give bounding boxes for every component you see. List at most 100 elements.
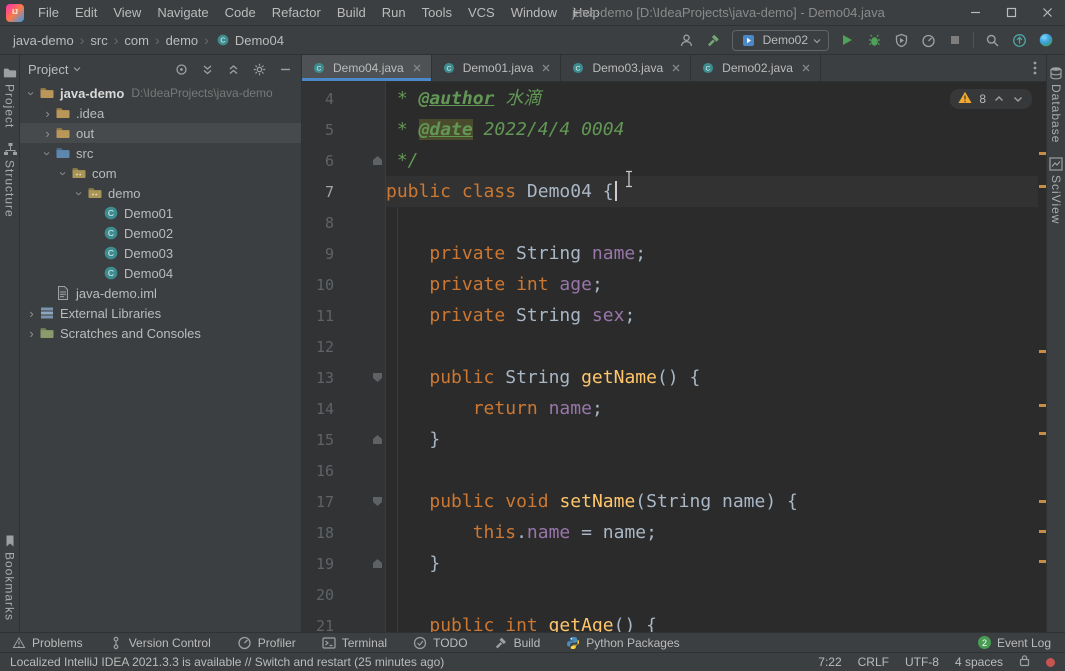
editor-tab-demo03-java[interactable]: C Demo03.java	[561, 55, 692, 81]
status-widget-utf-8[interactable]: UTF-8	[905, 655, 939, 669]
profiler-icon[interactable]	[919, 31, 937, 49]
expand-arrow-icon[interactable]: ›	[40, 107, 55, 120]
next-problem-icon[interactable]	[1012, 93, 1024, 105]
user-icon[interactable]	[678, 31, 696, 49]
gutter-line-9[interactable]: 9	[302, 238, 386, 269]
project-panel-title[interactable]: Project	[28, 62, 68, 77]
gutter-line-21[interactable]: 21	[302, 610, 386, 633]
debug-icon[interactable]	[865, 31, 883, 49]
code-line-19[interactable]: 19 }	[302, 548, 1038, 579]
warning-stripe-mark[interactable]	[1039, 500, 1046, 503]
code-text[interactable]: }	[386, 424, 1038, 455]
warning-stripe-mark[interactable]	[1039, 432, 1046, 435]
tree-item-java-demo-iml[interactable]: java-demo.iml	[20, 283, 301, 303]
gutter-line-16[interactable]: 16	[302, 455, 386, 486]
warning-stripe-mark[interactable]	[1039, 404, 1046, 407]
breadcrumb-item-java-demo[interactable]: java-demo	[10, 32, 77, 49]
gutter-line-18[interactable]: 18	[302, 517, 386, 548]
maximize-button[interactable]	[993, 0, 1029, 25]
toolwindow-button-problems[interactable]: Problems	[12, 636, 83, 650]
code-line-15[interactable]: 15 }	[302, 424, 1038, 455]
menu-item-file[interactable]: File	[30, 0, 67, 25]
menu-item-tools[interactable]: Tools	[414, 0, 460, 25]
code-line-14[interactable]: 14 return name;	[302, 393, 1038, 424]
close-tab-icon[interactable]	[541, 63, 551, 73]
gutter-line-5[interactable]: 5	[302, 114, 386, 145]
expand-arrow-icon[interactable]: ›	[56, 166, 71, 181]
toolwindow-button-structure[interactable]: Structure	[3, 135, 17, 225]
menu-item-vcs[interactable]: VCS	[460, 0, 503, 25]
status-widget-crlf[interactable]: CRLF	[858, 655, 889, 669]
tree-item-com[interactable]: › com	[20, 163, 301, 183]
fold-marker-icon[interactable]	[369, 497, 386, 506]
tree-item-out[interactable]: › out	[20, 123, 301, 143]
code-line-6[interactable]: 6 */	[302, 145, 1038, 176]
event-log-button[interactable]: 2 Event Log	[977, 636, 1051, 650]
gutter-line-20[interactable]: 20	[302, 579, 386, 610]
toolwindow-button-todo[interactable]: TODO	[413, 636, 468, 650]
code-line-4[interactable]: 4 * @author 水滴	[302, 83, 1038, 114]
menu-item-view[interactable]: View	[105, 0, 149, 25]
warning-stripe-mark[interactable]	[1039, 185, 1046, 188]
run-icon[interactable]	[838, 31, 856, 49]
lock-icon[interactable]	[1019, 654, 1030, 670]
code-line-16[interactable]: 16	[302, 455, 1038, 486]
tree-item-src[interactable]: › src	[20, 143, 301, 163]
status-message[interactable]: Localized IntelliJ IDEA 2021.3.3 is avai…	[10, 655, 444, 669]
code-text[interactable]	[386, 207, 1038, 238]
code-text[interactable]: * @author 水滴	[386, 83, 1038, 114]
breadcrumb-item-src[interactable]: src	[87, 32, 110, 49]
collapse-all-icon[interactable]	[226, 62, 241, 77]
code-text[interactable]: private String name;	[386, 238, 1038, 269]
editor-tab-demo02-java[interactable]: C Demo02.java	[691, 55, 821, 81]
run-configuration-select[interactable]: Demo02	[731, 29, 829, 51]
gutter-line-13[interactable]: 13	[302, 362, 386, 393]
code-line-17[interactable]: 17 public void setName(String name) {	[302, 486, 1038, 517]
tree-item-demo04[interactable]: C Demo04	[20, 263, 301, 283]
warning-stripe-mark[interactable]	[1039, 560, 1046, 563]
tree-item-scratches-and-consoles[interactable]: › Scratches and Consoles	[20, 323, 301, 343]
expand-arrow-icon[interactable]: ›	[72, 186, 87, 201]
gutter-line-19[interactable]: 19	[302, 548, 386, 579]
fold-marker-icon[interactable]	[369, 435, 386, 444]
code-line-12[interactable]: 12	[302, 331, 1038, 362]
code-line-18[interactable]: 18 this.name = name;	[302, 517, 1038, 548]
menu-item-code[interactable]: Code	[217, 0, 264, 25]
code-line-7[interactable]: 7 public class Demo04 {	[302, 176, 1038, 207]
menu-item-refactor[interactable]: Refactor	[264, 0, 329, 25]
close-tab-icon[interactable]	[801, 63, 811, 73]
code-text[interactable]: return name;	[386, 393, 1038, 424]
code-editor[interactable]: 4 * @author 水滴 5 * @date 2022/4/4 0004 6 *…	[302, 82, 1046, 632]
code-text[interactable]: this.name = name;	[386, 517, 1038, 548]
code-text[interactable]: public void setName(String name) {	[386, 486, 1038, 517]
menu-item-build[interactable]: Build	[329, 0, 374, 25]
tree-item-demo01[interactable]: C Demo01	[20, 203, 301, 223]
expand-arrow-icon[interactable]: ›	[40, 127, 55, 140]
fatal-error-indicator-icon[interactable]	[1046, 657, 1055, 667]
expand-arrow-icon[interactable]: ›	[24, 307, 39, 320]
gutter-line-12[interactable]: 12	[302, 331, 386, 362]
code-text[interactable]: private String sex;	[386, 300, 1038, 331]
coverage-icon[interactable]	[892, 31, 910, 49]
gutter-line-15[interactable]: 15	[302, 424, 386, 455]
stop-icon[interactable]	[946, 31, 964, 49]
expand-arrow-icon[interactable]: ›	[24, 327, 39, 340]
settings-icon[interactable]	[252, 62, 267, 77]
toolwindow-button-bookmarks[interactable]: Bookmarks	[3, 527, 17, 628]
code-text[interactable]: private int age;	[386, 269, 1038, 300]
tree-item-java-demo[interactable]: › java-demo D:\IdeaProjects\java-demo	[20, 83, 301, 103]
toolwindow-button-terminal[interactable]: Terminal	[322, 636, 387, 650]
tree-item-external-libraries[interactable]: › External Libraries	[20, 303, 301, 323]
code-line-10[interactable]: 10 private int age;	[302, 269, 1038, 300]
close-tab-icon[interactable]	[671, 63, 681, 73]
expand-arrow-icon[interactable]: ›	[24, 86, 39, 101]
menu-item-run[interactable]: Run	[374, 0, 414, 25]
more-options-icon[interactable]	[1024, 55, 1046, 81]
warning-stripe-mark[interactable]	[1039, 350, 1046, 353]
code-text[interactable]	[386, 579, 1038, 610]
editor-tab-demo04-java[interactable]: C Demo04.java	[302, 55, 432, 81]
code-text[interactable]	[386, 331, 1038, 362]
code-line-9[interactable]: 9 private String name;	[302, 238, 1038, 269]
hammer-icon[interactable]	[705, 31, 723, 49]
status-widget-7-22[interactable]: 7:22	[818, 655, 841, 669]
